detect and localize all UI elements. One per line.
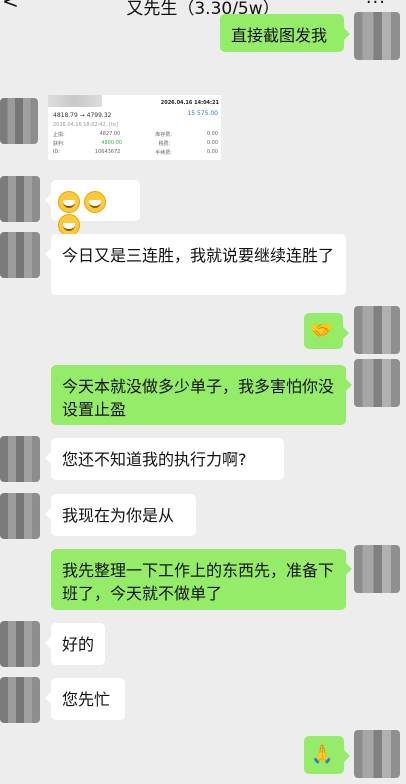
tax-value: 0.00 [206, 140, 218, 146]
message-bubble-received[interactable]: 好的 [45, 623, 105, 665]
avatar-me[interactable] [354, 730, 400, 778]
trade-row-stop: 止损: 4827.00 库存费: 0.00 [53, 131, 218, 139]
avatar-contact[interactable] [0, 677, 40, 723]
message-bubble-received[interactable]: 我现在为你是从 [45, 494, 196, 536]
avatar-contact[interactable] [0, 176, 40, 222]
handshake-icon: 🤝 [310, 320, 333, 341]
message-text: 今日又是三连胜，我就说要继续连胜了 [62, 246, 335, 265]
fee-value: 0.00 [206, 149, 218, 155]
grinning-face-icon [58, 214, 80, 236]
trade-subline: 2026.04.16 18:02:42, [to] [53, 122, 218, 130]
message-text: 今天本就没做多少单子，我多害怕你没设置止盈 [62, 377, 335, 419]
pray-icon: 🙏 [311, 744, 334, 765]
avatar-contact[interactable] [0, 436, 40, 482]
avatar-contact[interactable] [0, 98, 38, 144]
trade-date: 2026.04.16 14:04:21 [160, 100, 219, 106]
profit-label: 获利: [53, 141, 65, 147]
storage-value: 0.00 [206, 131, 218, 137]
avatar-me[interactable] [354, 12, 400, 60]
avatar-contact[interactable] [0, 621, 40, 667]
id-value: 10643672 [94, 149, 121, 155]
fee-label: 手续费: [155, 150, 172, 156]
pray-message[interactable]: 🙏 [304, 736, 350, 774]
blurred-header [48, 95, 102, 107]
emoji-message[interactable] [45, 180, 140, 236]
message-bubble-sent[interactable]: 直接截图发我 [220, 14, 350, 52]
avatar-me[interactable] [354, 359, 400, 407]
message-text: 我现在为你是从 [62, 506, 175, 525]
trade-screenshot[interactable]: 2026.04.16 14:04:21 4818.79 → 4799.32 15… [48, 95, 221, 160]
avatar-me[interactable] [354, 306, 400, 354]
profit-value: 4800.00 [101, 140, 122, 146]
message-text: 好的 [62, 635, 95, 654]
message-bubble-sent[interactable]: 我先整理一下工作上的东西先，准备下班了，今天就不做单了 [51, 549, 352, 610]
grinning-face-icon [58, 190, 80, 213]
trade-price-change: 4818.79 → 4799.32 [53, 112, 112, 119]
avatar-contact[interactable] [0, 493, 40, 539]
storage-label: 库存费: [155, 132, 172, 138]
chat-title: 又先生（3.30/5w） [126, 0, 280, 18]
trade-subline-text: 2026.04.16 18:02:42, [to] [53, 122, 118, 128]
stop-value: 4827.00 [99, 131, 121, 137]
message-text: 您还不知道我的执行力啊? [62, 450, 247, 469]
message-bubble-received[interactable]: 您还不知道我的执行力啊? [45, 438, 284, 480]
message-text: 您先忙 [62, 690, 111, 709]
message-bubble-sent[interactable]: 今天本就没做多少单子，我多害怕你没设置止盈 [51, 365, 352, 425]
message-text: 直接截图发我 [231, 26, 328, 45]
message-text: 我先整理一下工作上的东西先，准备下班了，今天就不做单了 [62, 561, 335, 603]
chat-header: < 又先生（3.30/5w） ··· [0, 0, 406, 18]
handshake-message[interactable]: 🤝 [304, 313, 349, 349]
trade-row-profit: 获利: 4800.00 税费: 0.00 [53, 140, 218, 148]
message-bubble-received[interactable]: 您先忙 [45, 678, 125, 720]
trade-profit: 15 575.00 [187, 110, 218, 117]
trade-row-id: ID: 10643672 手续费: 0.00 [53, 149, 218, 157]
avatar-contact[interactable] [0, 232, 40, 278]
message-bubble-received[interactable]: 今日又是三连胜，我就说要继续连胜了 [45, 234, 346, 295]
avatar-me[interactable] [354, 545, 400, 593]
grinning-face-icon [84, 190, 106, 213]
tax-label: 税费: [158, 141, 171, 147]
id-label: ID: [53, 149, 61, 155]
stop-label: 止损: [53, 132, 65, 138]
